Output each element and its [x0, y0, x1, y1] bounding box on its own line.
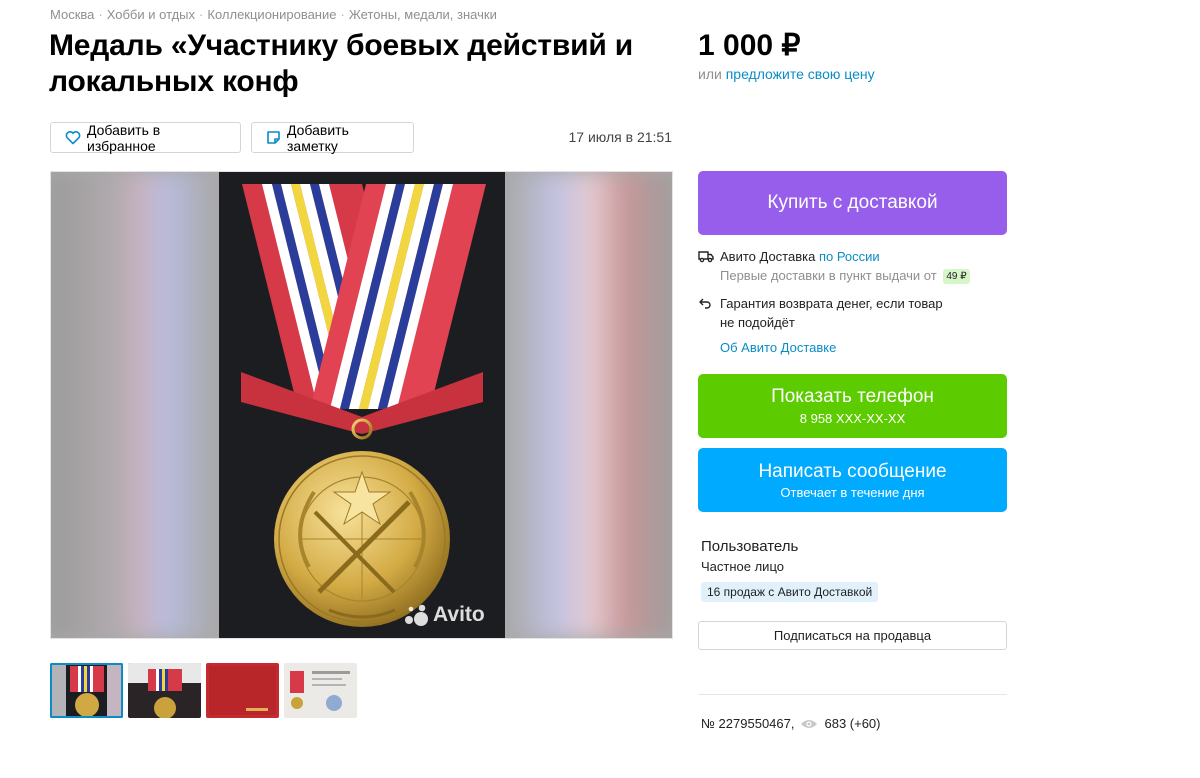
medal-image	[219, 172, 505, 638]
breadcrumb-item-category[interactable]: Хобби и отдых	[107, 7, 195, 22]
seller-name[interactable]: Пользователь	[701, 538, 798, 555]
return-arrow-icon	[699, 298, 711, 309]
publish-date: 17 июля в 21:51	[568, 129, 672, 145]
thumbnail-medal-box-image	[128, 663, 201, 718]
write-message-label: Написать сообщение	[758, 460, 947, 482]
thumbnail-medal-image	[50, 663, 123, 718]
photo-gallery[interactable]: Avito	[50, 171, 673, 639]
price-offer: или предложите свою цену	[698, 66, 875, 82]
breadcrumb-separator: ·	[98, 7, 103, 22]
main-photo[interactable]	[219, 172, 505, 638]
response-time-text: Отвечает в течение дня	[780, 484, 925, 500]
thumbnail-1[interactable]	[50, 663, 123, 718]
breadcrumb-item-section[interactable]: Жетоны, медали, значки	[349, 7, 497, 22]
listing-meta: № 2279550467, 683 (+60)	[701, 716, 881, 731]
divider	[698, 694, 1007, 695]
listing-price: 1 000 ₽	[698, 29, 801, 62]
breadcrumb: Москва · Хобби и отдых · Коллекционирование ·…	[50, 7, 497, 22]
thumbnail-3[interactable]	[206, 663, 279, 718]
breadcrumb-separator: ·	[340, 7, 345, 22]
thumbnail-4[interactable]	[284, 663, 357, 718]
add-note-label: Добавить заметку	[287, 121, 349, 154]
show-phone-button[interactable]: Показать телефон 8 958 XXX-XX-XX	[698, 374, 1007, 438]
delivery-region-link[interactable]: по России	[819, 249, 880, 264]
buy-with-delivery-button[interactable]: Купить с доставкой	[698, 171, 1007, 235]
seller-type: Частное лицо	[701, 559, 784, 574]
add-note-button[interactable]: Добавить заметку	[251, 121, 414, 154]
gallery-blur-left	[51, 172, 217, 638]
breadcrumb-separator: ·	[199, 7, 204, 22]
thumbnail-certificate-cover-image	[206, 663, 279, 718]
breadcrumb-item-subcategory[interactable]: Коллекционирование	[207, 7, 336, 22]
offer-price-link[interactable]: предложите свою цену	[726, 66, 875, 82]
thumbnail-2[interactable]	[128, 663, 201, 718]
avito-watermark: Avito	[403, 603, 485, 627]
thumbnail-strip	[50, 663, 357, 718]
add-to-favorites-label: Добавить в избранное	[87, 121, 161, 154]
gallery-blur-right	[506, 172, 672, 638]
listing-id: № 2279550467,	[701, 716, 795, 731]
breadcrumb-item-city[interactable]: Москва	[50, 7, 94, 22]
delivery-label: Авито Доставка	[720, 249, 816, 264]
guarantee-text-line-1: Гарантия возврата денег, если товар	[720, 296, 943, 311]
thumbnail-certificate-image	[284, 663, 357, 718]
write-message-button[interactable]: Написать сообщение Отвечает в течение дн…	[698, 448, 1007, 512]
seller-sales-badge: 16 продаж с Авито Доставкой	[701, 582, 879, 602]
add-to-favorites-button[interactable]: Добавить в избранное	[50, 121, 241, 154]
price-offer-prefix: или	[698, 66, 722, 82]
avito-logo-icon	[405, 604, 428, 626]
about-avito-delivery-link[interactable]: Об Авито Доставке	[720, 340, 836, 355]
avito-watermark-text: Avito	[433, 603, 485, 626]
first-delivery-text: Первые доставки в пункт выдачи от	[720, 268, 937, 283]
masked-phone-number: 8 958 XXX-XX-XX	[799, 411, 906, 426]
listing-title: Медаль «Участнику боевых действий и лока…	[49, 29, 633, 98]
heart-icon	[65, 131, 81, 145]
show-phone-label: Показать телефон	[771, 386, 934, 407]
delivery-price-badge: 49 ₽	[943, 269, 970, 285]
delivery-info: Авито Доставка по России Первые доставки…	[698, 247, 998, 285]
eye-icon	[801, 719, 818, 728]
money-back-guarantee: Гарантия возврата денег, если товар не п…	[698, 294, 998, 332]
guarantee-text-line-2: не подойдёт	[720, 315, 795, 330]
view-count: 683 (+60)	[824, 716, 881, 731]
note-icon	[267, 131, 280, 144]
subscribe-seller-button[interactable]: Подписаться на продавца	[698, 621, 1007, 650]
truck-icon	[698, 251, 714, 263]
